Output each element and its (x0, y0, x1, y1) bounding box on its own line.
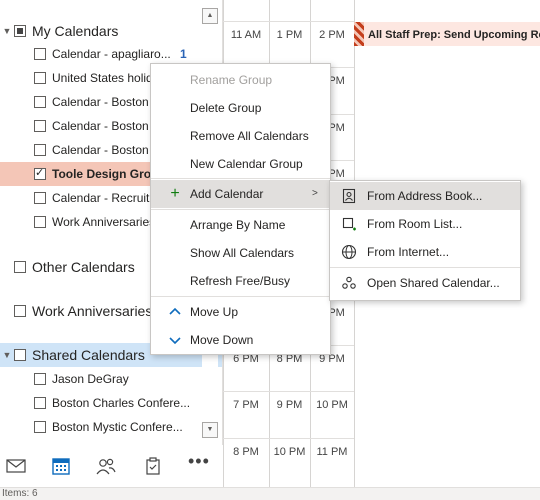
globe-icon (341, 244, 357, 260)
submenu-item-internet[interactable]: From Internet... (330, 238, 520, 266)
hour-line (269, 21, 310, 22)
submenu-item-room-list[interactable]: From Room List... (330, 210, 520, 238)
chevron-down-icon[interactable]: ▼ (0, 350, 14, 360)
time-label: 10 PM (273, 446, 306, 458)
plus-icon: + (170, 185, 180, 202)
calendar-checkbox[interactable] (34, 120, 46, 132)
group-checkbox[interactable] (14, 261, 26, 273)
people-icon[interactable] (95, 457, 117, 475)
hour-line (223, 438, 269, 439)
calendar-label: Boston Mystic Confere... (52, 420, 183, 434)
time-label: 11 AM (230, 29, 262, 41)
calendar-checkbox[interactable] (34, 144, 46, 156)
menu-item-arrange-by-name[interactable]: Arrange By Name (151, 211, 330, 239)
menu-item-new-group[interactable]: New Calendar Group (151, 150, 330, 178)
menu-item-show-all[interactable]: Show All Calendars (151, 239, 330, 267)
menu-item-remove-all[interactable]: Remove All Calendars (151, 122, 330, 150)
group-my-calendars[interactable]: ▼ My Calendars (0, 19, 222, 43)
group-label: Other Calendars (32, 259, 135, 275)
calendar-checkbox[interactable] (34, 421, 46, 433)
time-label: 9 PM (276, 399, 303, 411)
calendar-checkbox[interactable] (34, 192, 46, 204)
hour-line (310, 21, 354, 22)
chevron-down-icon[interactable]: ▼ (0, 26, 14, 36)
address-book-icon (342, 188, 356, 204)
chevron-up-icon (169, 307, 181, 315)
calendar-label: Boston Charles Confere... (52, 396, 191, 410)
group-label: My Calendars (32, 23, 119, 39)
menu-item-rename-group[interactable]: Rename Group (151, 66, 330, 94)
group-checkbox[interactable] (14, 305, 26, 317)
group-label: Shared Calendars (32, 347, 145, 363)
menu-separator (151, 209, 330, 210)
submenu-item-address-book[interactable]: From Address Book... (330, 182, 520, 210)
room-list-icon (342, 217, 356, 231)
module-nav-bar: ••• (0, 445, 222, 487)
unread-count: 1 (180, 47, 187, 61)
calendar-checkbox[interactable] (34, 397, 46, 409)
calendar-checkbox[interactable] (34, 96, 46, 108)
add-calendar-submenu: From Address Book... From Room List... F… (329, 180, 521, 301)
chevron-down-icon (169, 337, 181, 345)
time-label: 1 PM (276, 29, 303, 41)
hour-line (310, 391, 354, 392)
menu-item-add-calendar[interactable]: + Add Calendar > (151, 180, 330, 208)
hour-line (269, 391, 310, 392)
context-menu: Rename Group Delete Group Remove All Cal… (150, 63, 331, 355)
hour-line (223, 21, 269, 22)
more-icon[interactable]: ••• (188, 451, 210, 472)
time-label: 8 PM (233, 446, 259, 458)
calendar-checkbox[interactable] (34, 216, 46, 228)
menu-item-move-down[interactable]: Move Down (151, 326, 330, 354)
group-checkbox[interactable] (14, 349, 26, 361)
event-title[interactable]: All Staff Prep: Send Upcoming Ro (368, 29, 540, 41)
calendar-checkbox[interactable] (34, 373, 46, 385)
time-label: 11 PM (316, 446, 348, 458)
calendar-checkbox[interactable] (34, 72, 46, 84)
scroll-up-icon[interactable]: ▲ (202, 8, 218, 24)
tasks-icon[interactable] (142, 457, 164, 475)
calendar-icon[interactable] (50, 457, 72, 475)
time-label: 7 PM (233, 399, 259, 411)
time-label: 2 PM (319, 29, 345, 41)
calendar-checkbox[interactable] (34, 48, 46, 60)
status-bar: Items: 6 (0, 487, 540, 500)
calendar-item[interactable]: Jason DeGray (0, 367, 222, 391)
time-label: 10 PM (316, 399, 348, 411)
submenu-item-shared-calendar[interactable]: Open Shared Calendar... (330, 269, 520, 297)
scroll-down-icon[interactable]: ▼ (202, 422, 218, 438)
calendar-item[interactable]: Boston Mystic Confere... (0, 415, 222, 439)
group-label: Work Anniversaries (32, 303, 153, 319)
shared-calendar-icon (342, 276, 356, 289)
hour-line (269, 438, 310, 439)
hour-line (310, 438, 354, 439)
calendar-checkbox[interactable] (34, 166, 46, 180)
status-items-count: Items: 6 (2, 488, 38, 499)
hour-line (223, 391, 269, 392)
calendar-label: Jason DeGray (52, 372, 129, 386)
event-tentative-stripe (354, 22, 364, 46)
calendar-item[interactable]: Boston Charles Confere... (0, 391, 222, 415)
chevron-right-icon: > (312, 188, 318, 199)
menu-separator (151, 178, 330, 179)
menu-item-delete-group[interactable]: Delete Group (151, 94, 330, 122)
menu-item-refresh-free-busy[interactable]: Refresh Free/Busy (151, 267, 330, 295)
group-checkbox[interactable] (14, 25, 26, 37)
menu-item-move-up[interactable]: Move Up (151, 298, 330, 326)
mail-icon[interactable] (5, 457, 27, 475)
menu-separator (151, 296, 330, 297)
menu-separator (330, 267, 520, 268)
